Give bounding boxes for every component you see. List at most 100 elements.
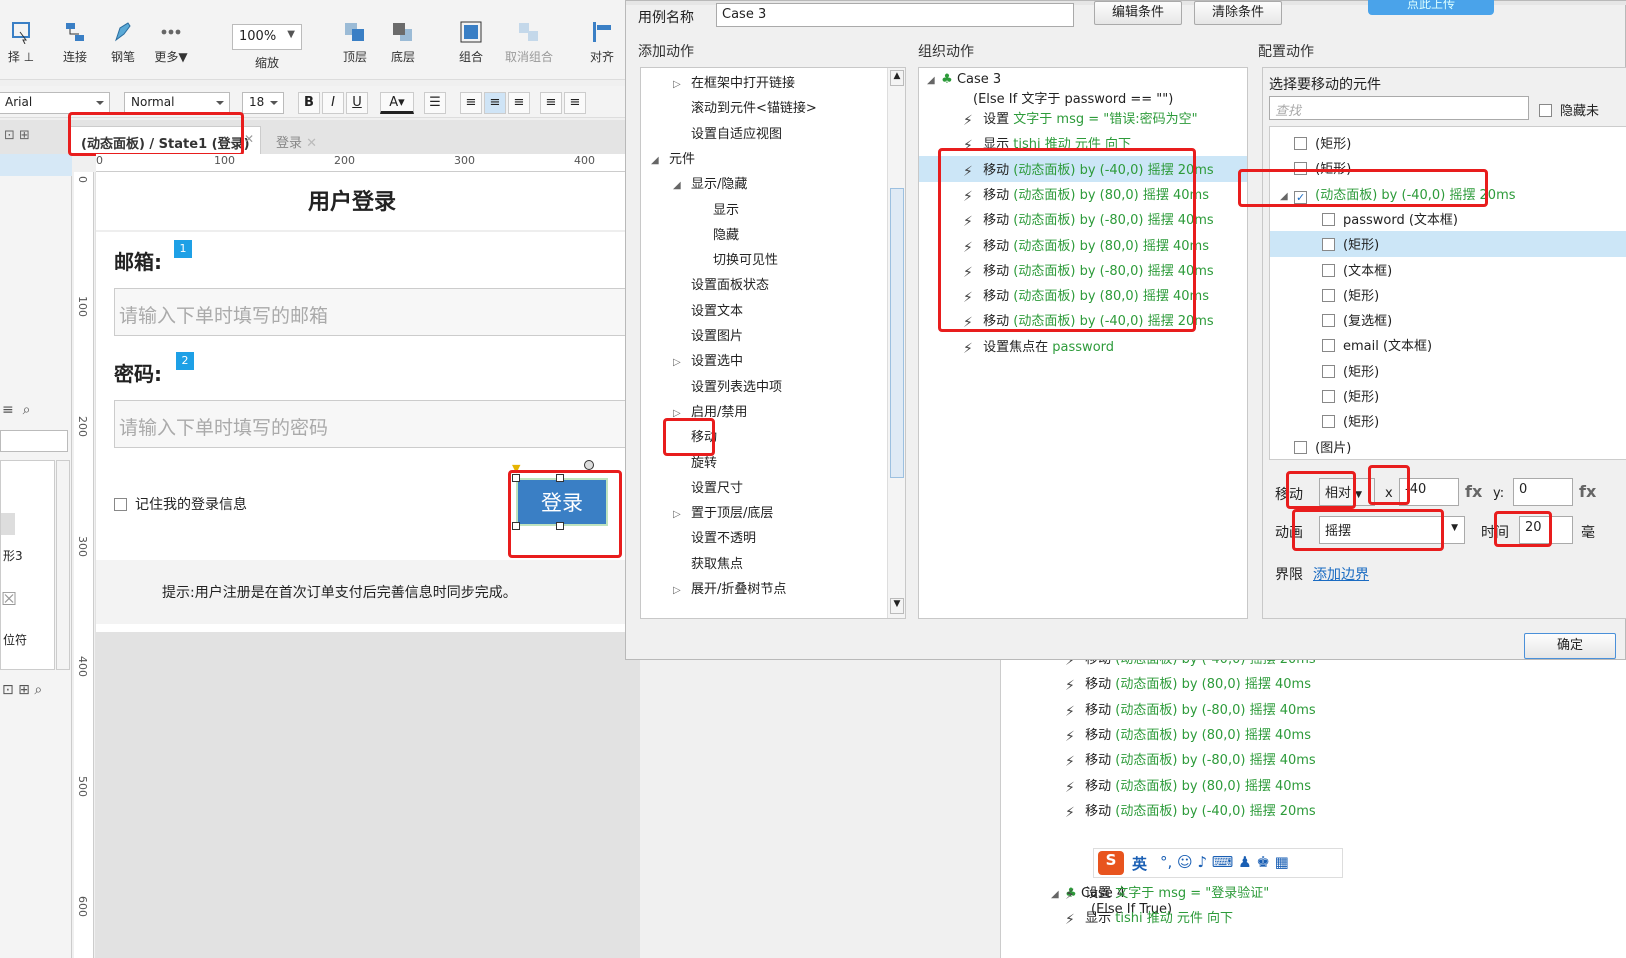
collapse-icon[interactable]: ◢: [1280, 191, 1290, 202]
align-right-icon[interactable]: ≡: [508, 92, 530, 114]
add-action-item[interactable]: 旋转: [673, 452, 717, 476]
add-action-item[interactable]: 获取焦点: [673, 553, 743, 577]
organize-action-item[interactable]: ⚡ 设置焦点在 password: [963, 336, 1114, 360]
ok-button[interactable]: 确定: [1524, 633, 1616, 659]
checkbox-icon[interactable]: [1322, 390, 1335, 403]
resize-handle[interactable]: [556, 522, 564, 530]
expand-icon[interactable]: ▷: [673, 79, 683, 90]
login-panel[interactable]: 用户登录 邮箱: 1 请输入下单时填写的邮箱 密码: 2 请输入下单时填写的密码…: [96, 172, 640, 632]
send-back-button[interactable]: 底层: [376, 20, 430, 72]
ime-tools-icon[interactable]: °, ☺ ♪ ⌨ ♟ ♚ ▦: [1160, 853, 1289, 871]
corner-marker-icon[interactable]: ▼: [512, 462, 520, 475]
italic-icon[interactable]: I: [322, 92, 344, 114]
widget-item[interactable]: (矩形): [1322, 386, 1379, 410]
organize-action-item[interactable]: ⚡ 移动 (动态面板) by (80,0) 摇摆 40ms: [963, 235, 1209, 259]
add-action-item[interactable]: 设置面板状态: [673, 274, 769, 298]
bold-icon[interactable]: B: [298, 92, 320, 114]
align-center-icon[interactable]: ≡: [484, 92, 506, 114]
scrollbar[interactable]: ▲ ▼: [887, 68, 905, 618]
widget-item[interactable]: (复选框): [1322, 310, 1392, 334]
widget-item[interactable]: (图片): [1280, 437, 1351, 461]
add-action-item[interactable]: ▷ 设置选中: [673, 350, 743, 374]
pane-filter-select[interactable]: [0, 430, 68, 452]
expand-icon[interactable]: ▷: [673, 357, 683, 368]
checkbox-icon[interactable]: [1322, 364, 1335, 378]
rotate-handle[interactable]: [584, 460, 594, 470]
font-family-select[interactable]: Arial: [0, 92, 110, 114]
password-field[interactable]: 请输入下单时填写的密码: [114, 400, 640, 448]
add-actions-tree[interactable]: ▷ 在框架中打开链接 滚动到元件<锚链接> 设置自适应视图 ◢ 元件 ◢ 显示/隐藏 显示 隐藏切…: [640, 67, 906, 619]
font-style-select[interactable]: Normal: [124, 92, 230, 114]
pane-tools[interactable]: ≡ ⌕: [2, 402, 70, 422]
collapse-icon[interactable]: ◢: [1051, 889, 1061, 900]
add-action-item[interactable]: 隐藏: [695, 224, 739, 248]
organize-actions-tree[interactable]: ◢ ♣ Case 3 (Else If 文字于 password == "") …: [918, 67, 1248, 619]
checkbox-icon[interactable]: [114, 498, 127, 511]
organize-action-item[interactable]: ⚡ 移动 (动态面板) by (-80,0) 摇摆 40ms: [963, 260, 1214, 284]
move-mode-select[interactable]: 相对 ▼: [1319, 478, 1375, 506]
background-action-item[interactable]: ⚡ 移动 (动态面板) by (-80,0) 摇摆 40ms: [1065, 699, 1316, 723]
widget-item[interactable]: ◢ ✓ (动态面板) by (-40,0) 摇摆 20ms: [1280, 184, 1516, 208]
email-field[interactable]: 请输入下单时填写的邮箱: [114, 288, 640, 336]
add-action-item[interactable]: ◢ 元件: [651, 148, 695, 172]
tab-login[interactable]: 登录 ✕: [266, 126, 327, 154]
add-action-item[interactable]: 切换可见性: [695, 249, 778, 273]
checkbox-icon[interactable]: [1322, 314, 1335, 328]
font-color-icon[interactable]: A▾: [380, 92, 414, 114]
widget-item[interactable]: (矩形): [1280, 158, 1351, 182]
align-button[interactable]: 对齐: [580, 20, 624, 72]
bring-front-button[interactable]: 顶层: [328, 20, 382, 72]
organize-action-item[interactable]: ⚡ 移动 (动态面板) by (-40,0) 摇摆 20ms: [963, 310, 1214, 334]
fx-icon[interactable]: fx: [1465, 482, 1482, 501]
add-action-item[interactable]: 移动: [673, 426, 717, 450]
align-top-icon[interactable]: ≡: [540, 92, 562, 114]
animation-select[interactable]: 摇摆 ▼: [1319, 516, 1465, 544]
edit-condition-button[interactable]: 编辑条件: [1094, 1, 1182, 25]
widget-item[interactable]: (文本框): [1322, 260, 1392, 284]
widget-item[interactable]: (矩形): [1322, 234, 1379, 258]
resize-handle[interactable]: [556, 474, 564, 482]
select-tool-button[interactable]: 择 ⊥: [0, 20, 48, 72]
organize-action-item[interactable]: ⚡ 显示 tishi 推动 元件 向下: [963, 133, 1131, 157]
hide-unnamed-checkbox[interactable]: 隐藏未: [1539, 100, 1599, 119]
checkbox-icon[interactable]: ✓: [1294, 190, 1308, 204]
expand-icon[interactable]: ◢: [673, 180, 683, 191]
add-action-item[interactable]: ▷ 置于顶层/底层: [673, 502, 773, 526]
resize-handle[interactable]: [512, 522, 520, 530]
collapse-icon[interactable]: ◢: [927, 75, 937, 86]
add-action-item[interactable]: 设置图片: [673, 325, 743, 349]
background-action-item[interactable]: ⚡ 移动 (动态面板) by (80,0) 摇摆 40ms: [1065, 673, 1311, 697]
organize-action-item[interactable]: ⚡ 移动 (动态面板) by (-40,0) 摇摆 20ms: [963, 159, 1214, 183]
add-action-item[interactable]: ▷ 启用/禁用: [673, 401, 747, 425]
sogou-icon[interactable]: S: [1098, 851, 1124, 875]
scroll-up-icon[interactable]: ▲: [890, 70, 904, 86]
resize-handle[interactable]: [512, 474, 520, 482]
y-offset-input[interactable]: 0: [1513, 478, 1573, 506]
expand-icon[interactable]: ▷: [673, 509, 683, 520]
add-action-item[interactable]: 设置尺寸: [673, 477, 743, 501]
background-action-item[interactable]: ⚡ 移动 (动态面板) by (-40,0) 摇摆 20ms: [1065, 800, 1316, 824]
pen-tool-button[interactable]: 钢笔: [96, 20, 150, 72]
tab-dynamic-panel-state[interactable]: (动态面板) / State1 (登录): [70, 126, 261, 154]
widget-item[interactable]: (矩形): [1322, 285, 1379, 309]
checkbox-icon[interactable]: [1322, 288, 1335, 302]
checkbox-icon[interactable]: [1322, 263, 1335, 277]
ungroup-button[interactable]: 取消组合: [498, 20, 560, 72]
page-tools-icon[interactable]: ⊡ ⊞: [4, 128, 30, 143]
checkbox-icon[interactable]: [1322, 339, 1335, 353]
add-action-item[interactable]: 显示: [695, 199, 739, 223]
widget-search-input[interactable]: 查找: [1269, 96, 1529, 120]
checkbox-icon[interactable]: [1294, 162, 1308, 176]
fx-icon[interactable]: fx: [1579, 482, 1596, 501]
upload-button[interactable]: 点此上传: [1368, 0, 1494, 15]
checkbox-icon[interactable]: [1539, 104, 1552, 117]
widget-item[interactable]: (矩形): [1322, 411, 1379, 435]
organize-action-item[interactable]: ⚡ 移动 (动态面板) by (-80,0) 摇摆 40ms: [963, 209, 1214, 233]
checkbox-icon[interactable]: [1322, 238, 1335, 252]
add-action-item[interactable]: 滚动到元件<锚链接>: [673, 97, 817, 121]
widget-item[interactable]: (矩形): [1280, 133, 1351, 157]
x-offset-input[interactable]: -40: [1399, 478, 1459, 506]
align-middle-icon[interactable]: ≡: [564, 92, 586, 114]
align-left-icon[interactable]: ≡: [460, 92, 482, 114]
clear-condition-button[interactable]: 清除条件: [1194, 1, 1282, 25]
